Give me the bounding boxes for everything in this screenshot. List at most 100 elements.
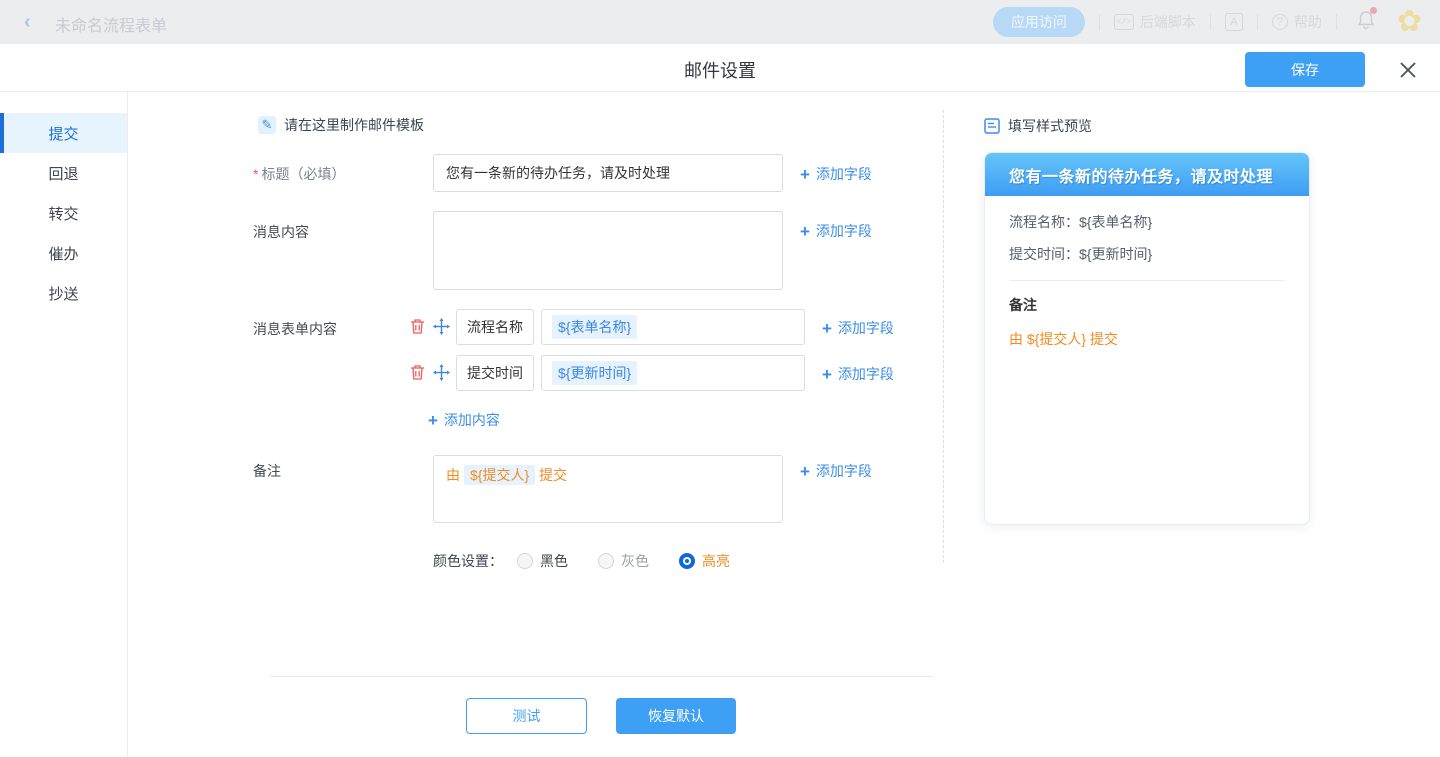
preview-remark-label: 备注 bbox=[1009, 295, 1285, 315]
code-icon: </> bbox=[1114, 14, 1134, 30]
template-tip-text: 请在这里制作邮件模板 bbox=[284, 115, 424, 135]
add-field-label: 添加字段 bbox=[816, 221, 872, 241]
workflow-title: 未命名流程表单 bbox=[55, 12, 167, 36]
plus-icon: + bbox=[428, 412, 438, 429]
required-star: * bbox=[253, 166, 258, 182]
radio-label: 灰色 bbox=[621, 551, 649, 571]
title-field-label: *标题（必填） bbox=[253, 164, 345, 184]
backend-script-label: 后端脚本 bbox=[1140, 12, 1196, 32]
plus-icon: + bbox=[800, 166, 810, 183]
add-field-label: 添加字段 bbox=[816, 461, 872, 481]
add-content-label: 添加内容 bbox=[444, 410, 500, 430]
divider bbox=[1210, 14, 1211, 30]
color-setting-row: 颜色设置： 黑色 灰色 高亮 bbox=[433, 551, 760, 571]
preview-card: 您有一条新的待办任务，请及时处理 流程名称：${表单名称} 提交时间：${更新时… bbox=[984, 152, 1310, 525]
remark-field-label: 备注 bbox=[253, 461, 281, 481]
notification-dot bbox=[1370, 7, 1377, 14]
active-indicator bbox=[0, 113, 4, 153]
sidebar-item-label: 抄送 bbox=[48, 283, 78, 304]
row2-value-box[interactable]: ${更新时间} bbox=[541, 355, 805, 391]
radio-gray[interactable]: 灰色 bbox=[598, 551, 649, 571]
field-tag: ${表单名称} bbox=[552, 315, 637, 339]
help-button[interactable]: ? 帮助 bbox=[1272, 12, 1322, 32]
color-setting-label: 颜色设置： bbox=[433, 551, 503, 571]
close-icon[interactable] bbox=[1394, 56, 1422, 84]
move-icon[interactable] bbox=[433, 364, 450, 381]
delete-icon[interactable] bbox=[410, 364, 425, 381]
row1-controls bbox=[410, 318, 450, 335]
test-button[interactable]: 测试 bbox=[466, 698, 587, 734]
remark-prefix: 由 bbox=[446, 467, 460, 483]
add-field-label: 添加字段 bbox=[838, 364, 894, 384]
app-access-button[interactable]: 应用访问 bbox=[993, 7, 1085, 37]
sidebar-item-submit[interactable]: 提交 bbox=[0, 113, 127, 153]
delete-icon[interactable] bbox=[410, 318, 425, 335]
preview-card-header: 您有一条新的待办任务，请及时处理 bbox=[985, 153, 1309, 196]
radio-black[interactable]: 黑色 bbox=[517, 551, 568, 571]
radio-highlight[interactable]: 高亮 bbox=[679, 551, 730, 571]
vertical-dashed-divider bbox=[943, 110, 944, 563]
topbar-actions: 应用访问 </> 后端脚本 A ? 帮助 ✿ bbox=[993, 0, 1422, 44]
add-field-link-title[interactable]: + 添加字段 bbox=[800, 164, 872, 184]
plus-icon: + bbox=[800, 223, 810, 240]
row1-name-input[interactable] bbox=[456, 309, 534, 345]
preview-header: 填写样式预览 bbox=[984, 116, 1092, 136]
move-icon[interactable] bbox=[433, 318, 450, 335]
dialog-header: 邮件设置 保存 bbox=[0, 44, 1440, 92]
add-field-link-row1[interactable]: + 添加字段 bbox=[822, 318, 894, 338]
table-field-label: 消息表单内容 bbox=[253, 319, 337, 339]
add-field-label: 添加字段 bbox=[816, 164, 872, 184]
bottom-divider bbox=[270, 676, 933, 677]
radio-icon bbox=[598, 553, 614, 569]
title-input[interactable] bbox=[433, 154, 783, 192]
sidebar-item-forward[interactable]: 转交 bbox=[0, 193, 127, 233]
remark-editor[interactable]: 由${提交人}提交 bbox=[433, 455, 783, 523]
question-icon: ? bbox=[1272, 14, 1288, 30]
add-field-link-message[interactable]: + 添加字段 bbox=[800, 221, 872, 241]
divider bbox=[1099, 14, 1100, 30]
sidebar-item-label: 提交 bbox=[48, 123, 78, 144]
sidebar-item-label: 催办 bbox=[48, 243, 78, 264]
add-field-link-remark[interactable]: + 添加字段 bbox=[800, 461, 872, 481]
add-field-label: 添加字段 bbox=[838, 318, 894, 338]
row2-controls bbox=[410, 364, 450, 381]
row2-name-input[interactable] bbox=[456, 355, 534, 391]
template-tip: ✎ 请在这里制作邮件模板 bbox=[258, 115, 424, 135]
sidebar-item-cc[interactable]: 抄送 bbox=[0, 273, 127, 313]
preview-card-title: 您有一条新的待办任务，请及时处理 bbox=[1009, 163, 1273, 187]
radio-label: 黑色 bbox=[540, 551, 568, 571]
document-icon bbox=[984, 118, 1000, 134]
plus-icon: + bbox=[822, 320, 832, 337]
sidebar-item-label: 回退 bbox=[48, 163, 78, 184]
preview-line: 提交时间：${更新时间} bbox=[1009, 244, 1285, 264]
avatar[interactable]: ✿ bbox=[1397, 7, 1422, 37]
dialog-title: 邮件设置 bbox=[0, 57, 1440, 83]
add-field-link-row2[interactable]: + 添加字段 bbox=[822, 364, 894, 384]
radio-label: 高亮 bbox=[702, 551, 730, 571]
radio-icon bbox=[517, 553, 533, 569]
plus-icon: + bbox=[822, 366, 832, 383]
email-settings-page: ‹ 未命名流程表单 应用访问 </> 后端脚本 A ? 帮助 ✿ 邮 bbox=[0, 0, 1440, 757]
sidebar: 提交 回退 转交 催办 抄送 bbox=[0, 92, 128, 757]
preview-title: 填写样式预览 bbox=[1008, 116, 1092, 136]
radio-checked-icon bbox=[679, 553, 695, 569]
field-tag: ${更新时间} bbox=[552, 361, 637, 385]
message-field-label: 消息内容 bbox=[253, 222, 309, 242]
restore-default-button[interactable]: 恢复默认 bbox=[616, 698, 736, 734]
sidebar-item-rollback[interactable]: 回退 bbox=[0, 153, 127, 193]
top-bar: ‹ 未命名流程表单 应用访问 </> 后端脚本 A ? 帮助 ✿ bbox=[0, 0, 1440, 44]
sidebar-item-label: 转交 bbox=[48, 203, 78, 224]
pencil-icon: ✎ bbox=[258, 116, 276, 134]
back-icon[interactable]: ‹ bbox=[24, 11, 31, 33]
divider bbox=[1336, 14, 1337, 30]
add-content-link[interactable]: + 添加内容 bbox=[428, 410, 500, 430]
notification-bell-icon[interactable] bbox=[1357, 10, 1375, 35]
save-button[interactable]: 保存 bbox=[1245, 52, 1365, 87]
sidebar-item-urge[interactable]: 催办 bbox=[0, 233, 127, 273]
message-textarea[interactable] bbox=[433, 211, 783, 290]
backend-script-button[interactable]: </> 后端脚本 bbox=[1114, 12, 1196, 32]
row1-value-box[interactable]: ${表单名称} bbox=[541, 309, 805, 345]
dictionary-icon[interactable]: A bbox=[1225, 13, 1243, 31]
preview-divider bbox=[1009, 280, 1285, 281]
plus-icon: + bbox=[800, 463, 810, 480]
